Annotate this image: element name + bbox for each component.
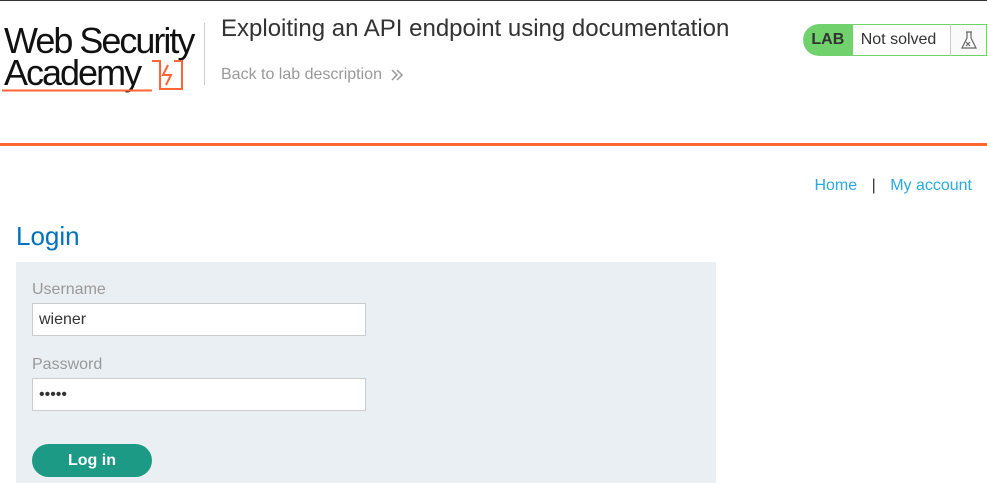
header: Web Security Academy Exploiting an API e… bbox=[0, 1, 987, 144]
nav-separator: | bbox=[871, 177, 876, 194]
back-to-lab-description-link[interactable]: Back to lab description bbox=[221, 66, 404, 84]
back-link-label: Back to lab description bbox=[221, 66, 382, 83]
double-chevron-right-icon bbox=[391, 69, 404, 81]
header-divider bbox=[204, 23, 205, 85]
flask-icon bbox=[950, 24, 987, 56]
logo-text-line2: Academy bbox=[4, 52, 142, 93]
lightning-bolt-icon bbox=[152, 60, 183, 90]
log-in-button[interactable]: Log in bbox=[32, 444, 152, 477]
header-accent-bar bbox=[0, 143, 987, 146]
nav-my-account-link[interactable]: My account bbox=[890, 177, 972, 194]
password-input[interactable] bbox=[32, 378, 366, 411]
lab-status-text: Not solved bbox=[852, 24, 951, 56]
lab-status-widget: LAB Not solved bbox=[803, 24, 987, 56]
top-navigation: Home | My account bbox=[814, 177, 972, 195]
lab-title: Exploiting an API endpoint using documen… bbox=[221, 15, 730, 42]
lab-badge: LAB bbox=[803, 24, 853, 56]
password-label: Password bbox=[32, 356, 103, 373]
login-form: Username Password Log in bbox=[16, 262, 716, 483]
nav-home-link[interactable]: Home bbox=[814, 177, 857, 194]
logo-underline bbox=[2, 89, 152, 92]
username-input[interactable] bbox=[32, 303, 366, 336]
web-security-academy-logo[interactable]: Web Security Academy bbox=[2, 23, 202, 95]
page-title: Login bbox=[16, 221, 80, 251]
username-label: Username bbox=[32, 281, 106, 298]
